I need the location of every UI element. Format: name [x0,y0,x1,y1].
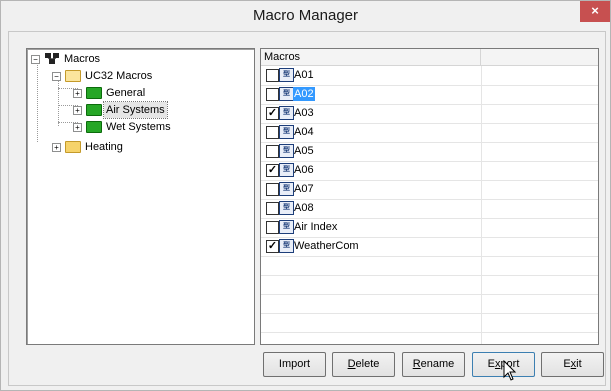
open-folder-icon [65,70,81,82]
empty-row [261,256,598,276]
tree-node-air-systems[interactable]: + Air Systems [73,101,253,119]
macro-icon: 型 [279,87,294,101]
window-title: Macro Manager [252,7,359,24]
macro-label: A04 [294,126,314,138]
list-item[interactable]: ✓ 型 A06 [261,161,598,181]
macro-checkbox[interactable] [266,145,279,158]
list-item[interactable]: 型 A05 [261,142,598,162]
delete-mnemonic: D [347,358,356,370]
macro-list[interactable]: Macros 型 A01 型 A02 ✓ 型 A03 型 A04 型 A05 ✓… [260,48,599,345]
macro-checkbox[interactable] [266,88,279,101]
tree-label: General [106,87,146,99]
list-header: Macros [261,49,598,66]
list-item[interactable]: 型 A02 [261,85,598,105]
macro-icon: 型 [279,163,294,177]
collapse-icon[interactable]: − [31,55,40,64]
folder-icon [86,87,102,99]
macro-label: A07 [294,183,314,195]
macro-checkbox[interactable] [266,202,279,215]
macro-icon: 型 [279,182,294,196]
tree-label: UC32 Macros [85,70,153,82]
rename-label: ename [420,358,455,370]
mouse-pointer-icon [503,359,517,382]
exit-button[interactable]: Exit [541,352,604,377]
list-item[interactable]: ✓ 型 A03 [261,104,598,124]
macro-tree[interactable]: − Macros − UC32 Macros + General + Air S… [26,48,255,345]
macro-icon: 型 [279,220,294,234]
network-icon [44,52,60,65]
expand-icon[interactable]: + [73,123,82,132]
macro-icon: 型 [279,144,294,158]
rename-button[interactable]: Rename [402,352,465,377]
macro-checkbox[interactable] [266,221,279,234]
tree-connector [37,62,38,142]
tree-label: Heating [85,141,123,153]
tree-connector [58,78,59,126]
list-item[interactable]: ✓ 型 WeatherCom [261,237,598,257]
column-header-macros[interactable]: Macros [261,49,481,65]
export-label-start: E [487,358,495,370]
folder-icon [65,141,81,153]
macro-checkbox[interactable]: ✓ [266,240,279,253]
macro-checkbox[interactable]: ✓ [266,164,279,177]
macro-label: Air Index [294,221,338,233]
rename-mnemonic: R [412,358,421,370]
macro-checkbox[interactable] [266,69,279,82]
import-button[interactable]: Import [263,352,326,377]
expand-icon[interactable]: + [52,143,61,152]
delete-label: elete [355,358,380,370]
exit-label: it [576,358,582,370]
folder-icon [86,104,102,116]
tree-label: Wet Systems [106,121,171,133]
macro-label: WeatherCom [294,240,359,252]
macro-icon: 型 [279,68,294,82]
close-button[interactable]: × [580,1,610,22]
tree-label: Air Systems [103,101,168,119]
macro-icon: 型 [279,125,294,139]
empty-row [261,275,598,295]
expand-icon[interactable]: + [73,89,82,98]
list-item[interactable]: 型 A04 [261,123,598,143]
tree-node-macros[interactable]: − Macros [31,51,231,67]
macro-checkbox[interactable] [266,126,279,139]
macro-label: A02 [293,87,315,101]
tree-label: Macros [64,53,101,65]
exit-label-start: E [563,358,571,370]
tree-node-heating[interactable]: + Heating [52,139,252,155]
tree-node-uc32-macros[interactable]: − UC32 Macros [52,68,252,84]
macro-label: A03 [294,107,314,119]
macro-checkbox[interactable]: ✓ [266,107,279,120]
macro-checkbox[interactable] [266,183,279,196]
macro-label: A08 [294,202,314,214]
collapse-icon[interactable]: − [52,72,61,81]
expand-icon[interactable]: + [73,106,82,115]
column-header-empty[interactable] [482,49,598,65]
delete-button[interactable]: Delete [332,352,395,377]
tree-node-general[interactable]: + General [73,85,253,101]
macro-icon: 型 [279,239,294,253]
macro-icon: 型 [279,106,294,120]
list-item[interactable]: 型 A08 [261,199,598,219]
macro-label: A05 [294,145,314,157]
folder-icon [86,121,102,133]
macro-label: A06 [294,164,314,176]
macro-icon: 型 [279,201,294,215]
macro-label: A01 [294,69,314,81]
title-bar[interactable]: Macro Manager × [1,1,610,30]
tree-node-wet-systems[interactable]: + Wet Systems [73,119,253,135]
empty-row [261,294,598,314]
empty-row [261,313,598,333]
list-item[interactable]: 型 A01 [261,66,598,86]
list-item[interactable]: 型 A07 [261,180,598,200]
list-item[interactable]: 型 Air Index [261,218,598,238]
